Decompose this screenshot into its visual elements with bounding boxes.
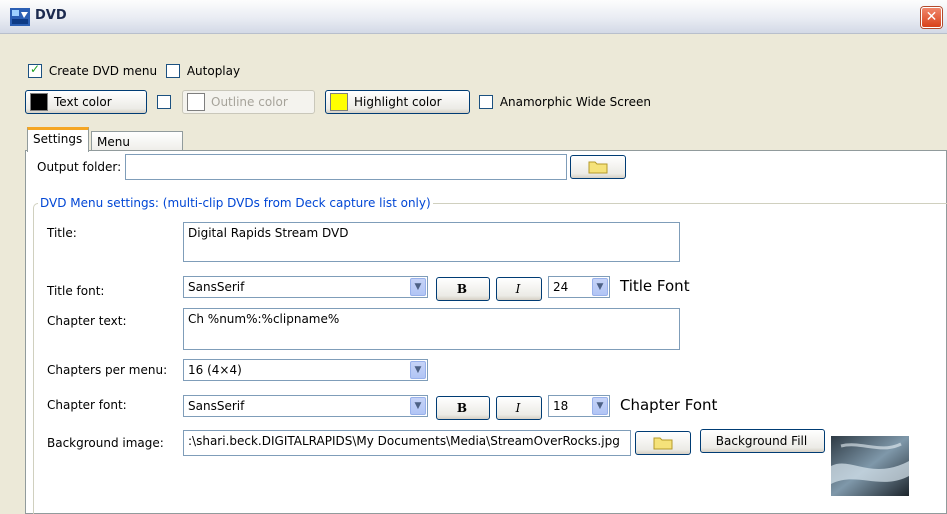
chapter-text-label: Chapter text:: [47, 314, 127, 328]
chapter-font-bold-button[interactable]: B: [436, 396, 490, 420]
folder-icon: [588, 161, 608, 174]
highlight-color-button[interactable]: Highlight color: [325, 90, 470, 114]
chevron-down-icon[interactable]: ▼: [410, 278, 426, 296]
check-icon: ✓: [30, 61, 41, 76]
title-font-italic-button[interactable]: I: [496, 277, 542, 301]
italic-icon: I: [515, 401, 521, 415]
title-font-bold-button[interactable]: B: [436, 277, 490, 301]
background-fill-button[interactable]: Background Fill: [700, 429, 825, 453]
chapter-font-size-value: 18: [553, 399, 569, 413]
close-button[interactable]: ✕: [921, 7, 942, 28]
chevron-down-icon[interactable]: ▼: [592, 278, 608, 296]
window-title: DVD: [35, 8, 67, 23]
chapter-text-input[interactable]: Ch %num%:%clipname%: [183, 308, 680, 350]
tab-settings-label: Settings: [33, 132, 83, 146]
chapter-font-label: Chapter font:: [47, 398, 127, 412]
dvd-menu-settings-title: DVD Menu settings: (multi-clip DVDs from…: [38, 196, 433, 210]
outline-enable-checkbox[interactable]: [157, 94, 171, 109]
chevron-down-icon[interactable]: ▼: [410, 361, 426, 379]
title-font-family-value: SansSerif: [188, 280, 245, 294]
checkbox-box[interactable]: [479, 94, 493, 109]
bold-icon: B: [456, 282, 468, 296]
chapters-per-menu-select[interactable]: 16 (4×4) ▼: [183, 359, 428, 381]
italic-icon: I: [515, 282, 521, 296]
anamorphic-label: Anamorphic Wide Screen: [499, 94, 651, 109]
chapters-per-menu-label: Chapters per menu:: [47, 363, 168, 377]
anamorphic-checkbox[interactable]: Anamorphic Wide Screen: [479, 94, 651, 109]
output-folder-label: Output folder:: [37, 160, 122, 174]
outline-color-swatch: [187, 93, 205, 111]
bold-icon: B: [456, 401, 468, 415]
outline-color-button[interactable]: Outline color: [182, 90, 315, 114]
title-input[interactable]: Digital Rapids Stream DVD: [183, 222, 680, 262]
autoplay-checkbox[interactable]: Autoplay: [166, 63, 240, 78]
create-dvd-menu-label: Create DVD menu: [48, 63, 158, 78]
background-image-label: Background image:: [47, 436, 164, 450]
folder-icon: [653, 437, 673, 450]
create-dvd-menu-checkbox[interactable]: ✓ Create DVD menu: [28, 61, 158, 78]
checkbox-box[interactable]: ✓: [28, 61, 42, 78]
checkbox-box[interactable]: [166, 63, 180, 78]
tab-settings[interactable]: Settings: [27, 127, 89, 152]
chevron-down-icon[interactable]: ▼: [592, 397, 608, 415]
background-image-input[interactable]: :\shari.beck.DIGITALRAPIDS\My Documents\…: [183, 430, 631, 456]
title-bar: DVD ✕: [0, 0, 947, 34]
close-icon: ✕: [925, 9, 938, 25]
chevron-down-icon[interactable]: ▼: [410, 397, 426, 415]
title-font-family-select[interactable]: SansSerif ▼: [183, 276, 428, 298]
title-label: Title:: [47, 226, 77, 240]
checkbox-box[interactable]: [157, 94, 171, 109]
chapter-font-family-select[interactable]: SansSerif ▼: [183, 395, 428, 417]
title-font-size-value: 24: [553, 280, 569, 294]
title-font-size-select[interactable]: 24 ▼: [548, 276, 610, 298]
chapter-font-family-value: SansSerif: [188, 399, 245, 413]
autoplay-label: Autoplay: [186, 63, 241, 78]
highlight-color-swatch: [330, 93, 348, 111]
text-color-swatch: [30, 93, 48, 111]
chapter-font-size-select[interactable]: 18 ▼: [548, 395, 610, 417]
text-color-button[interactable]: Text color: [25, 90, 147, 114]
chapters-per-menu-value: 16 (4×4): [188, 363, 242, 377]
text-color-label: Text color: [54, 95, 112, 109]
output-folder-input[interactable]: [125, 154, 567, 180]
background-fill-label: Background Fill: [715, 434, 808, 448]
title-font-preview: Title Font: [620, 277, 690, 295]
background-image-browse-button[interactable]: [635, 431, 691, 455]
dvd-app-icon: [10, 8, 30, 26]
chapter-font-preview: Chapter Font: [620, 396, 718, 414]
outline-color-label: Outline color: [211, 95, 288, 109]
output-folder-browse-button[interactable]: [570, 155, 626, 179]
highlight-color-label: Highlight color: [354, 95, 442, 109]
chapter-font-italic-button[interactable]: I: [496, 396, 542, 420]
title-font-label: Title font:: [47, 284, 105, 298]
background-image-thumbnail: [831, 436, 909, 496]
